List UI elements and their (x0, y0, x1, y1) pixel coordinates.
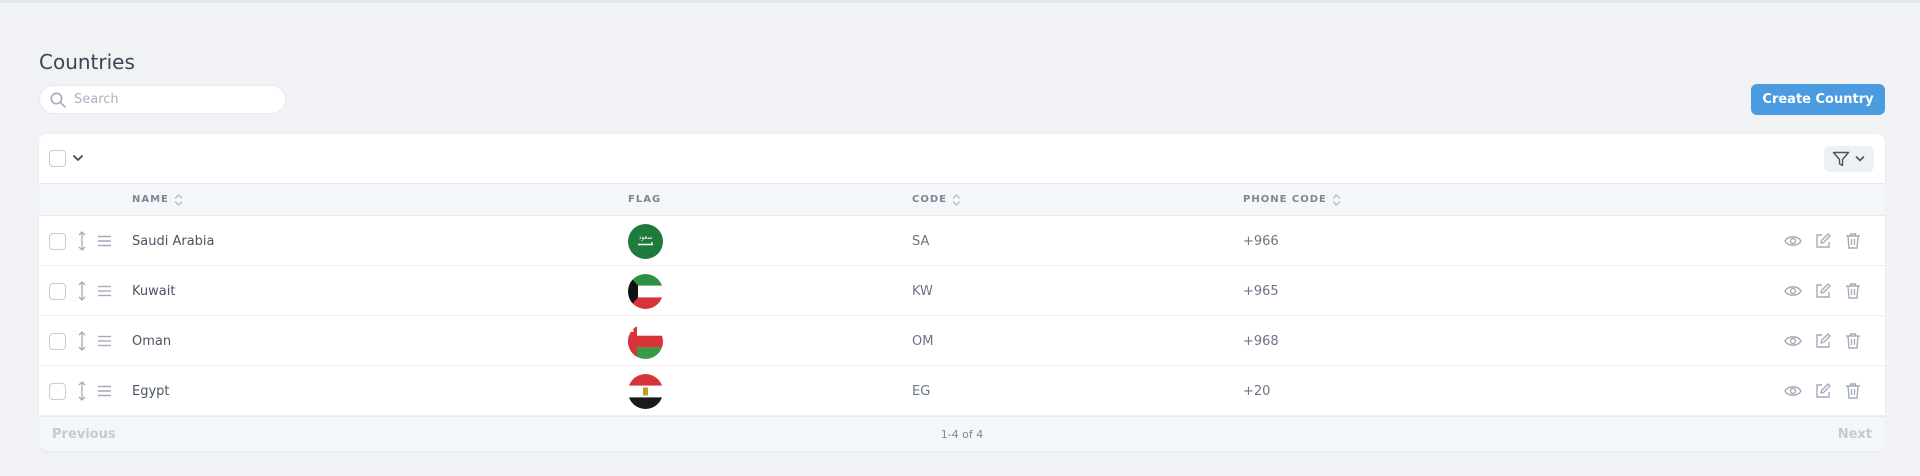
filter-button[interactable] (1824, 146, 1874, 172)
view-icon[interactable] (1784, 282, 1802, 300)
phone-code: +965 (1243, 283, 1279, 299)
reorder-arrows-icon[interactable] (77, 330, 87, 352)
egypt-flag-icon (628, 373, 663, 409)
view-icon[interactable] (1784, 332, 1802, 350)
table-header: NAME FLAG CODE PHONE CODE (39, 183, 1885, 216)
phone-code: +966 (1243, 233, 1279, 249)
create-country-button[interactable]: Create Country (1751, 84, 1885, 115)
edit-icon[interactable] (1814, 282, 1832, 300)
chevron-down-icon[interactable] (71, 150, 85, 166)
view-icon[interactable] (1784, 232, 1802, 250)
table-toolbar (39, 134, 1885, 183)
oman-flag-icon (628, 323, 663, 359)
column-header-name[interactable]: NAME (132, 184, 183, 215)
svg-text:سعود: سعود (639, 234, 653, 241)
search-input[interactable] (74, 92, 264, 107)
page-title: Countries (39, 50, 135, 74)
country-code: EG (912, 383, 931, 399)
country-code: OM (912, 333, 934, 349)
row-checkbox[interactable] (49, 232, 66, 250)
delete-icon[interactable] (1844, 332, 1862, 350)
column-header-phone-code[interactable]: PHONE CODE (1243, 184, 1341, 215)
table-row: Kuwait KW +965 (39, 266, 1885, 316)
table-row: Egypt EG +20 (39, 366, 1885, 416)
filter-icon (1832, 151, 1850, 167)
saudi-arabia-flag-icon: سعود (628, 223, 663, 259)
top-border (0, 0, 1920, 3)
delete-icon[interactable] (1844, 282, 1862, 300)
pagination-bar: Previous 1-4 of 4 Next (39, 416, 1885, 451)
sort-icon (952, 193, 961, 206)
column-label: FLAG (628, 194, 662, 205)
edit-icon[interactable] (1814, 332, 1832, 350)
edit-icon[interactable] (1814, 232, 1832, 250)
search-icon (50, 92, 66, 108)
next-page-button[interactable]: Next (1838, 427, 1872, 442)
countries-table-card: NAME FLAG CODE PHONE CODE Saudi Arabia س… (39, 134, 1885, 451)
country-code: KW (912, 283, 933, 299)
country-name: Kuwait (132, 283, 176, 299)
row-checkbox[interactable] (49, 382, 66, 400)
row-checkbox[interactable] (49, 332, 66, 350)
column-header-flag: FLAG (628, 184, 661, 215)
view-icon[interactable] (1784, 382, 1802, 400)
sort-icon (1332, 193, 1341, 206)
delete-icon[interactable] (1844, 232, 1862, 250)
reorder-arrows-icon[interactable] (77, 280, 87, 302)
column-label: NAME (132, 194, 169, 205)
country-name: Egypt (132, 383, 170, 399)
phone-code: +20 (1243, 383, 1271, 399)
select-all-checkbox[interactable] (49, 150, 66, 167)
drag-handle-icon[interactable] (97, 235, 112, 247)
chevron-down-icon (1855, 156, 1865, 162)
reorder-arrows-icon[interactable] (77, 230, 87, 252)
country-name: Oman (132, 333, 172, 349)
drag-handle-icon[interactable] (97, 335, 112, 347)
drag-handle-icon[interactable] (97, 385, 112, 397)
column-header-code[interactable]: CODE (912, 184, 961, 215)
edit-icon[interactable] (1814, 382, 1832, 400)
country-code: SA (912, 233, 930, 249)
column-label: PHONE CODE (1243, 194, 1327, 205)
country-name: Saudi Arabia (132, 233, 215, 249)
reorder-arrows-icon[interactable] (77, 380, 87, 402)
pagination-summary: 1-4 of 4 (940, 428, 984, 441)
kuwait-flag-icon (628, 273, 663, 309)
row-checkbox[interactable] (49, 282, 66, 300)
search-box[interactable] (39, 85, 286, 114)
table-row: Saudi Arabia سعود SA +966 (39, 216, 1885, 266)
delete-icon[interactable] (1844, 382, 1862, 400)
table-row: Oman OM +968 (39, 316, 1885, 366)
column-label: CODE (912, 194, 947, 205)
drag-handle-icon[interactable] (97, 285, 112, 297)
phone-code: +968 (1243, 333, 1279, 349)
sort-icon (174, 193, 183, 206)
